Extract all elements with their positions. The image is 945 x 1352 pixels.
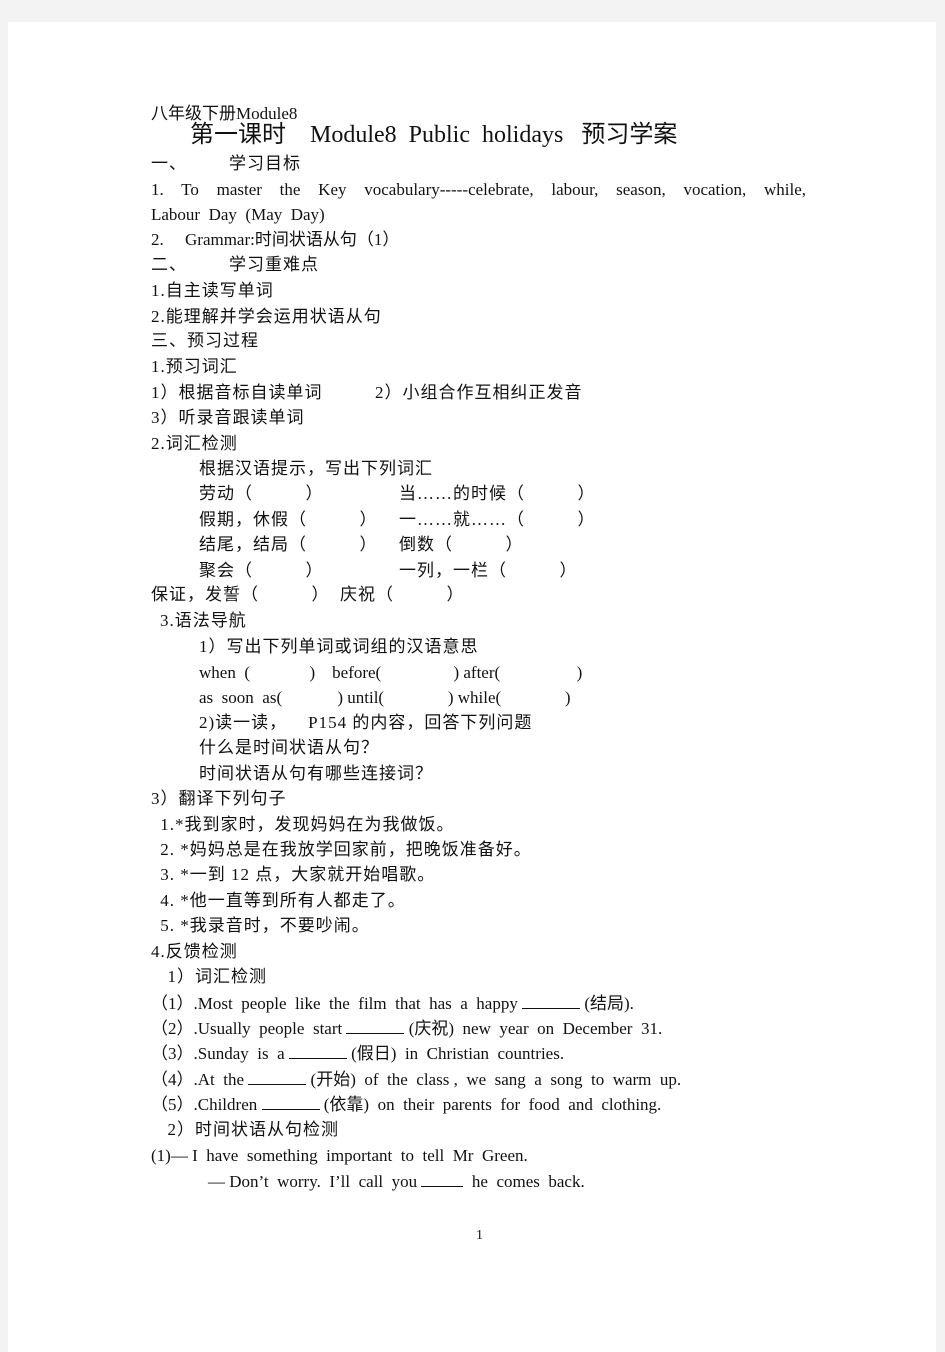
item-hint: (结局). (580, 994, 634, 1013)
item-number: （2） (151, 1019, 194, 1038)
step-2-instruction: 根据汉语提示，写出下列词汇 (199, 459, 433, 478)
translation-sentence: 5. *我录音时，不要吵闹。 (155, 916, 370, 935)
item-text: .Usually people start (193, 1019, 347, 1038)
step-4-sub-2: 2）时间状语从句检测 (157, 1120, 339, 1139)
vocab-test-item: （1）.Most people like the film that has a… (151, 993, 634, 1014)
item-hint: (假日) in Christian countries. (346, 1044, 565, 1063)
item-text: .At the (193, 1070, 249, 1089)
step-1-sub-3: 3）听录音跟读单词 (151, 408, 305, 427)
section-heading-key-points: 二、 学习重难点 (151, 255, 319, 274)
step-4-sub-1: 1）词汇检测 (157, 967, 267, 986)
answer-blank[interactable] (522, 993, 581, 1009)
item-text: .Sunday is a (193, 1044, 289, 1063)
document-title: 第一课时 Module8 Public holidays 预习学案 (190, 122, 678, 148)
vocab-item: 聚会（ ） (199, 561, 324, 580)
step-1-sub-1-2: 1）根据音标自读单词 2）小组合作互相纠正发音 (151, 383, 583, 402)
vocab-item: 一……就……（ ） (399, 510, 596, 529)
vocab-test-item: （3）.Sunday is a (假日) in Christian countr… (151, 1043, 564, 1064)
translation-sentence: 4. *他一直等到所有人都走了。 (155, 891, 406, 910)
translation-sentence: 1.*我到家时，发现妈妈在为我做饭。 (155, 815, 455, 834)
key-point-1: 1.自主读写单词 (151, 281, 274, 300)
objective-item-2: 2. Grammar:时间状语从句（1） (151, 230, 400, 249)
item-number: （3） (151, 1044, 194, 1063)
conjunction-words-row-1: when ( ) before( ) after( ) (199, 663, 583, 682)
vocab-item: 倒数（ ） (399, 535, 524, 554)
vocab-test-item: （5）.Children (依靠) on their parents for f… (151, 1094, 661, 1115)
section-heading-process: 三、预习过程 (151, 331, 259, 350)
vocab-item: 结尾，结局（ ） (199, 535, 378, 554)
translation-sentence: 3. *一到 12 点，大家就开始唱歌。 (155, 865, 436, 884)
item-hint: (开始) of the class , we sang a song to wa… (306, 1070, 682, 1089)
vocab-item: 一列，一栏（ ） (399, 561, 578, 580)
item-hint: (依靠) on their parents for food and cloth… (319, 1095, 662, 1114)
page-number: 1 (476, 1228, 483, 1243)
answer-blank[interactable] (346, 1018, 405, 1034)
answer-blank[interactable] (421, 1171, 464, 1187)
item-number: （5） (151, 1095, 194, 1114)
grammar-question-1: 什么是时间状语从句？ (199, 738, 379, 757)
dialog-answer-text: he comes back. (463, 1172, 585, 1191)
step-3-heading: 3.语法导航 (160, 611, 247, 630)
step-1-heading: 1.预习词汇 (151, 357, 238, 376)
item-text: .Most people like the film that has a ha… (193, 994, 523, 1013)
vocab-test-item: （2）.Usually people start (庆祝) new year o… (151, 1018, 662, 1039)
grammar-question-2: 时间状语从句有哪些连接词？ (199, 764, 433, 783)
answer-blank[interactable] (261, 1094, 320, 1110)
dialog-question: (1)— I have something important to tell … (151, 1146, 528, 1165)
item-number: （1） (151, 994, 194, 1013)
objective-item-1: 1. To master the Key vocabulary-----cele… (151, 180, 806, 199)
step-4-heading: 4.反馈检测 (151, 942, 238, 961)
objective-item-1-cont: Labour Day (May Day) (151, 205, 325, 224)
key-point-2: 2.能理解并学会运用状语从句 (151, 307, 382, 326)
answer-blank[interactable] (248, 1069, 307, 1085)
item-hint: (庆祝) new year on December 31. (404, 1019, 663, 1038)
vocab-item-last: 保证，发誓（ ） 庆祝（ ） (151, 585, 465, 604)
conjunction-words-row-2: as soon as( ) until( ) while( ) (199, 688, 571, 707)
step-3-sub-2: 2)读一读， P154 的内容，回答下列问题 (199, 713, 533, 732)
step-3-sub-3: 3）翻译下列句子 (151, 789, 287, 808)
item-number: （4） (151, 1070, 194, 1089)
item-text: .Children (193, 1095, 262, 1114)
step-3-sub-1: 1）写出下列单词或词组的汉语意思 (199, 637, 479, 656)
answer-blank[interactable] (288, 1043, 347, 1059)
translation-sentence: 2. *妈妈总是在我放学回家前，把晚饭准备好。 (155, 840, 532, 859)
vocab-item: 假期，休假（ ） (199, 510, 378, 529)
vocab-test-item: （4）.At the (开始) of the class , we sang a… (151, 1069, 681, 1090)
dialog-answer: — Don’t worry. I’ll call you he comes ba… (208, 1171, 585, 1192)
step-2-heading: 2.词汇检测 (151, 434, 238, 453)
dialog-answer-text: — Don’t worry. I’ll call you (208, 1172, 422, 1191)
vocab-item: 劳动（ ） (199, 484, 324, 503)
section-heading-objectives: 一、 学习目标 (151, 154, 301, 173)
vocab-item: 当……的时候（ ） (399, 484, 596, 503)
